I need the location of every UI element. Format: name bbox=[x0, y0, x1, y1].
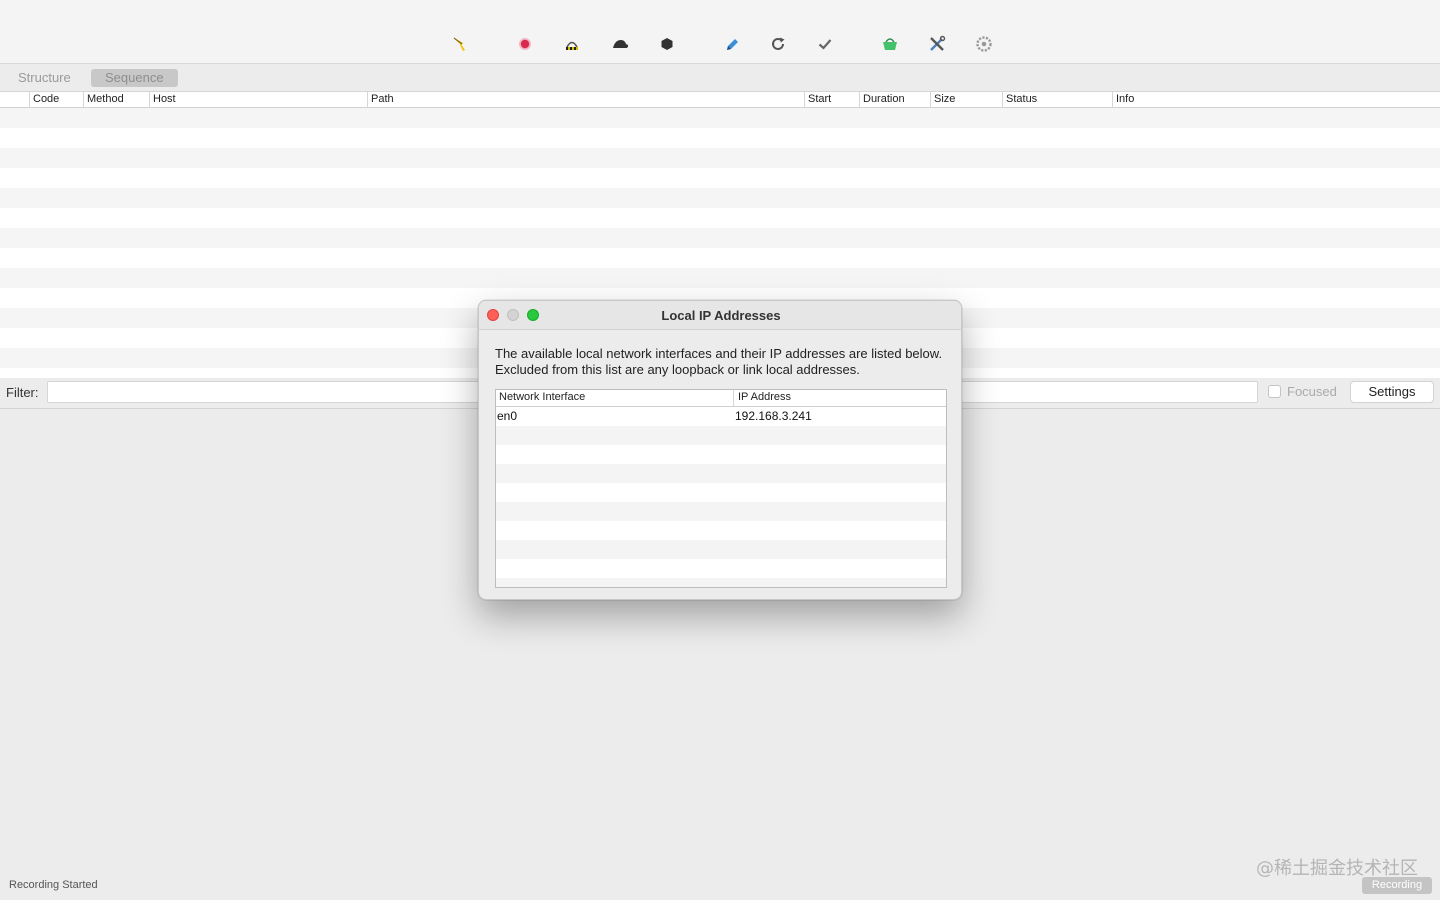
broom-icon[interactable] bbox=[450, 34, 470, 54]
empty-row bbox=[496, 426, 946, 445]
empty-row bbox=[0, 228, 1440, 248]
throttle-icon[interactable] bbox=[562, 34, 582, 54]
main-toolbar bbox=[0, 0, 1440, 64]
dialog-titlebar[interactable]: Local IP Addresses bbox=[479, 301, 961, 330]
recording-badge[interactable]: Recording bbox=[1362, 877, 1432, 894]
empty-row bbox=[0, 188, 1440, 208]
focused-checkbox[interactable] bbox=[1268, 385, 1281, 398]
ip-table: Network Interface IP Address en0 192.168… bbox=[495, 389, 947, 588]
empty-row bbox=[0, 148, 1440, 168]
column-path[interactable]: Path bbox=[367, 92, 804, 108]
view-tabs: Structure Sequence bbox=[0, 65, 1440, 91]
hexagon-icon[interactable] bbox=[657, 34, 677, 54]
tools-icon[interactable] bbox=[927, 34, 947, 54]
turtle-icon[interactable] bbox=[610, 34, 630, 54]
table-row[interactable]: en0 192.168.3.241 bbox=[496, 407, 946, 426]
table-header: Code Method Host Path Start Duration Siz… bbox=[0, 91, 1440, 108]
column-status[interactable]: Status bbox=[1002, 92, 1112, 108]
filter-label: Filter: bbox=[6, 385, 39, 400]
dialog-description: The available local network interfaces a… bbox=[495, 346, 943, 377]
ip-table-header: Network Interface IP Address bbox=[496, 390, 946, 407]
column-start[interactable]: Start bbox=[804, 92, 859, 108]
focused-label: Focused bbox=[1287, 384, 1337, 399]
empty-row bbox=[496, 502, 946, 521]
column-method[interactable]: Method bbox=[83, 92, 149, 108]
pen-icon[interactable] bbox=[722, 34, 742, 54]
column-duration[interactable]: Duration bbox=[859, 92, 930, 108]
empty-row bbox=[496, 464, 946, 483]
dialog-title: Local IP Addresses bbox=[661, 308, 781, 323]
gear-icon[interactable] bbox=[974, 34, 994, 54]
empty-row bbox=[0, 268, 1440, 288]
column-divider[interactable] bbox=[733, 390, 734, 407]
interface-cell: en0 bbox=[497, 409, 518, 423]
column-info[interactable]: Info bbox=[1112, 92, 1438, 108]
settings-button[interactable]: Settings bbox=[1350, 381, 1434, 403]
column-ip-address[interactable]: IP Address bbox=[738, 391, 791, 403]
status-text: Recording Started bbox=[9, 879, 98, 891]
column-size[interactable]: Size bbox=[930, 92, 1002, 108]
empty-row bbox=[496, 578, 946, 587]
check-icon[interactable] bbox=[815, 34, 835, 54]
focused-toggle[interactable]: Focused bbox=[1268, 384, 1337, 399]
ip-cell: 192.168.3.241 bbox=[735, 409, 812, 423]
basket-icon[interactable] bbox=[880, 34, 900, 54]
refresh-icon[interactable] bbox=[768, 34, 788, 54]
column-network-interface[interactable]: Network Interface bbox=[499, 391, 585, 403]
tab-structure[interactable]: Structure bbox=[4, 69, 85, 87]
empty-row bbox=[0, 108, 1440, 128]
tab-sequence[interactable]: Sequence bbox=[91, 69, 178, 87]
column-code[interactable]: Code bbox=[29, 92, 83, 108]
empty-row bbox=[496, 540, 946, 559]
column-host[interactable]: Host bbox=[149, 92, 367, 108]
record-icon[interactable] bbox=[515, 34, 535, 54]
local-ip-dialog: Local IP Addresses The available local n… bbox=[478, 300, 962, 600]
